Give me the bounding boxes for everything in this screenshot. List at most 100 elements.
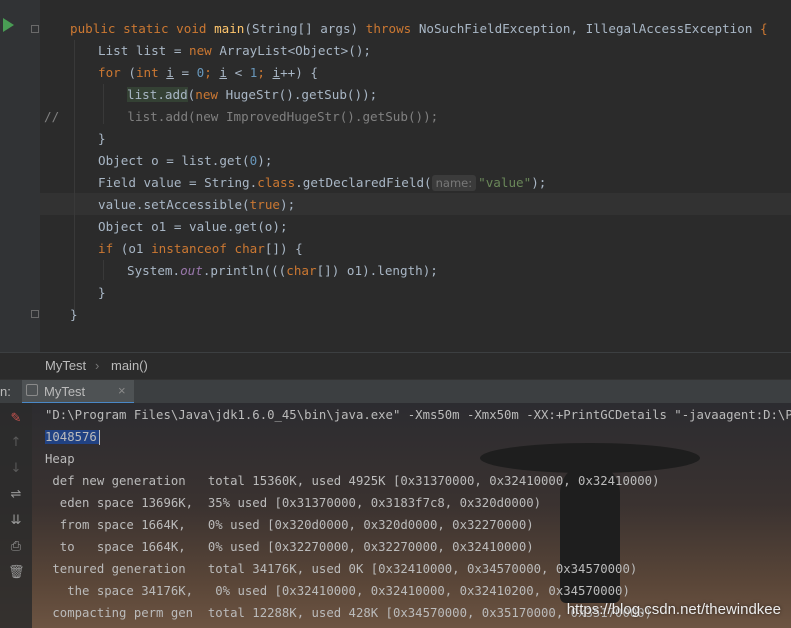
code-line[interactable]: if (o1 instanceof char[]) { [98,238,303,260]
code-line[interactable]: System.out.println(((char[]) o1).length)… [127,260,438,282]
code-token: .println((( [202,263,287,278]
run-label: n: [0,384,11,399]
code-token: ; [204,65,220,80]
code-token: true [249,197,280,212]
console-output-value[interactable]: 1048576 [45,426,100,448]
code-token: public static void [70,21,215,36]
code-line[interactable]: } [98,282,106,304]
down-arrow-icon[interactable]: ↓ [8,461,24,477]
code-token: new [189,43,220,58]
code-token: i [166,65,174,80]
code-token: class [257,175,296,190]
console-line: Heap [45,452,75,466]
code-token: []) o1).length); [316,263,438,278]
text-caret [98,430,100,445]
code-token: ); [257,153,273,168]
trash-icon[interactable]: 🗑 [8,565,25,581]
code-token: throws [365,21,419,36]
run-tool-window-header: n: MyTest × [0,379,791,404]
code-line[interactable]: Object o = list.get(0); [98,150,272,172]
code-token: ( [128,65,136,80]
code-token: NoSuchFieldException, IllegalAccessExcep… [418,21,761,36]
code-token: HugeStr().getSub()); [225,87,378,102]
up-arrow-icon[interactable]: ↑ [8,435,24,451]
soft-wrap-icon[interactable]: ⇌ [8,487,24,503]
indent-guide [103,260,104,280]
code-token: if [98,241,121,256]
close-icon[interactable]: × [118,383,126,398]
code-token: { [760,21,768,36]
breadcrumb-separator: › [95,358,100,373]
console-command-line: "D:\Program Files\Java\jdk1.6.0_45\bin\j… [45,408,791,422]
console-line: from space 1664K, 0% used [0x320d0000, 0… [45,518,534,532]
code-token: char [286,263,317,278]
breadcrumb: MyTest › main() [0,352,791,380]
code-token: < [226,65,250,80]
tab-label: MyTest [44,384,86,399]
code-line[interactable]: List list = new ArrayList<Object>(); [98,40,371,62]
code-line[interactable]: public static void main(String[] args) t… [70,18,768,40]
code-editor[interactable]: public static void main(String[] args) t… [0,0,791,352]
code-token: value.setAccessible( [98,197,250,212]
code-line[interactable]: Object o1 = value.get(o); [98,216,288,238]
code-token: ); [280,197,296,212]
selected-output[interactable]: 1048576 [45,430,99,444]
console-toolbar: ✎ ↑ ↓ ⇌ ⇊ ⎙ 🗑 [0,403,32,628]
console-line: to space 1664K, 0% used [0x32270000, 0x3… [45,540,534,554]
console-line: eden space 13696K, 35% used [0x31370000,… [45,496,542,510]
code-line[interactable]: for (int i = 0; i < 1; i++) { [98,62,318,84]
code-token: (String[] args) [244,21,366,36]
code-token: // list.add(new ImprovedHugeStr().getSub… [44,109,439,124]
breadcrumb-class[interactable]: MyTest [45,358,86,373]
watermark: https://blog.csdn.net/thewindkee [566,601,781,618]
code-token: main [214,21,245,36]
code-token: char [234,241,265,256]
indent-guide [74,40,75,310]
code-token: []) { [264,241,303,256]
code-token: list.add [127,87,188,102]
code-token: instanceof [151,241,235,256]
code-token: new [195,87,226,102]
code-token: i [219,65,227,80]
code-token: out [180,263,203,278]
code-token: ); [531,175,547,190]
breadcrumb-method[interactable]: main() [111,358,148,373]
code-token: Object o1 = value.get(o); [98,219,288,234]
console-line: the space 34176K, 0% used [0x32410000, 0… [45,584,630,598]
code-line[interactable]: } [70,304,78,326]
console-line: def new generation total 15360K, used 49… [45,474,660,488]
fold-marker-icon[interactable] [31,25,39,33]
code-token: } [98,285,106,300]
code-token: .getDeclaredField( [295,175,432,190]
code-token: i [272,65,281,80]
code-line[interactable]: list.add(new HugeStr().getSub()); [127,84,377,106]
background-tree [480,443,700,473]
code-token: = [173,65,197,80]
code-line[interactable]: } [98,128,106,150]
code-token: } [98,131,106,146]
code-token: for [98,65,129,80]
code-token: Object o = list.get( [98,153,250,168]
code-token: (o1 [120,241,152,256]
code-line[interactable]: // list.add(new ImprovedHugeStr().getSub… [44,106,438,128]
tab-mytest[interactable]: MyTest × [22,380,134,404]
code-line[interactable]: Field value = String.class.getDeclaredFi… [98,172,546,194]
code-token: ; [257,65,273,80]
code-token: Field value = String. [98,175,258,190]
code-token: "value" [478,175,532,190]
fold-marker-icon[interactable] [31,310,39,318]
scroll-to-end-icon[interactable]: ⇊ [8,513,24,529]
run-config-icon [26,384,38,396]
code-token: } [70,307,78,322]
parameter-hint: name: [431,175,477,191]
code-line[interactable]: value.setAccessible(true); [98,194,295,216]
run-main-icon[interactable] [3,18,14,32]
editor-gutter [0,0,40,352]
edit-icon[interactable]: ✎ [8,411,24,427]
print-icon[interactable]: ⎙ [8,539,24,555]
code-token: int [135,65,167,80]
code-token: System. [127,263,181,278]
run-console[interactable]: ✎ ↑ ↓ ⇌ ⇊ ⎙ 🗑 "D:\Program Files\Java\jdk… [0,403,791,628]
code-token: List list = [98,43,189,58]
code-token: ArrayList<Object>(); [219,43,371,58]
